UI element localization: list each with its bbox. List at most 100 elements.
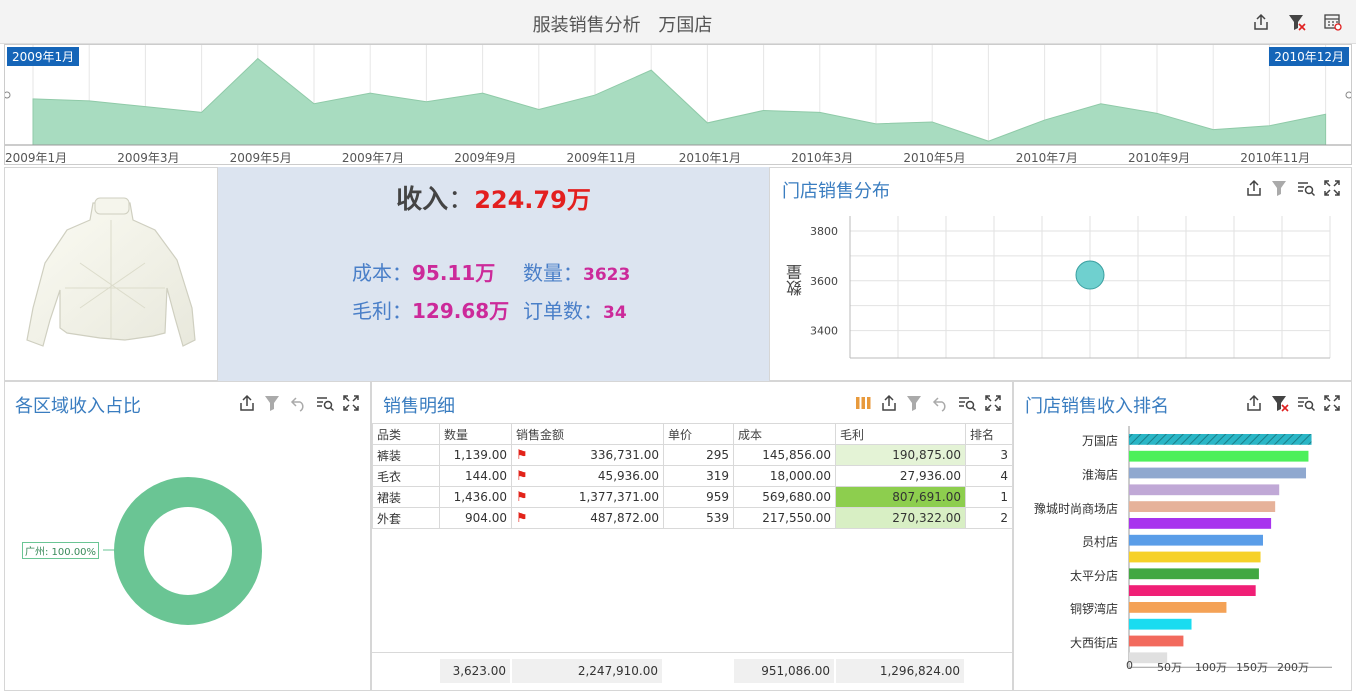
- timeline-right-handle[interactable]: [1345, 91, 1351, 99]
- flag-icon: ⚑: [516, 468, 528, 484]
- timeline-end-badge[interactable]: 2010年12月: [1269, 47, 1349, 66]
- column-header[interactable]: 成本: [733, 423, 836, 445]
- table-row[interactable]: 裤装 1,139.00 ⚑ 336,731.00 295 145,856.00 1…: [372, 444, 1013, 466]
- timeline-slider[interactable]: 2009年1月 2010年12月 2009年1月 2009年3月 2009年5月 20…: [4, 44, 1352, 165]
- revenue-label: 收入: [396, 185, 449, 215]
- ranking-bar[interactable]: [1129, 501, 1276, 512]
- orders-kpi: 订单数：34: [523, 295, 627, 324]
- scatter-y-axis-label: 数量: [786, 264, 805, 296]
- quantity-value: 3623: [583, 265, 631, 285]
- column-header[interactable]: 数量: [439, 423, 512, 445]
- columns-icon[interactable]: [854, 394, 872, 412]
- ranking-bar[interactable]: [1129, 484, 1280, 496]
- ranking-bar[interactable]: [1129, 585, 1256, 596]
- column-header[interactable]: 排名: [965, 423, 1013, 445]
- page-title: 服装销售分析: [532, 15, 641, 36]
- cell-sales: ⚑ 336,731.00: [511, 444, 664, 466]
- total-quantity: 3,623.00: [440, 659, 510, 683]
- filter-icon[interactable]: [906, 394, 924, 412]
- table-header-row: 品类 数量 销售金额 单价 成本 毛利 排名: [372, 423, 1013, 445]
- flag-icon: ⚑: [516, 447, 528, 463]
- table-footer-divider: [372, 652, 1012, 653]
- ranking-bar[interactable]: [1129, 434, 1312, 445]
- cost-separator: ：: [392, 261, 412, 285]
- ranking-x-tick: 50万: [1157, 661, 1182, 674]
- ranking-bar[interactable]: [1129, 551, 1261, 563]
- quantity-separator: ：: [563, 261, 583, 285]
- timeline-axis-label: 2010年7月: [1015, 151, 1078, 165]
- scatter-point[interactable]: [1075, 260, 1105, 290]
- region-share-panel: 各区域收入占比 广州: 100.00%: [4, 381, 371, 691]
- calendar-icon[interactable]: [1324, 13, 1342, 31]
- ranking-x-tick: 150万: [1236, 661, 1268, 674]
- timeline-axis-label: 2009年11月: [566, 151, 637, 165]
- profit-separator: ：: [392, 299, 412, 323]
- column-header[interactable]: 销售金额: [511, 423, 664, 445]
- column-header[interactable]: 单价: [663, 423, 734, 445]
- ranking-label: 铜锣湾店: [1069, 602, 1118, 616]
- cell-rank: 4: [965, 465, 1013, 487]
- table-row[interactable]: 裙装 1,436.00 ⚑ 1,377,371.00 959 569,680.00…: [372, 486, 1013, 508]
- undo-icon[interactable]: [932, 394, 950, 412]
- ranking-label: 豫城时尚商场店: [1033, 502, 1118, 516]
- cell-sales: ⚑ 487,872.00: [511, 507, 664, 529]
- revenue-separator: ：: [448, 185, 475, 215]
- fullscreen-icon[interactable]: [984, 394, 1002, 412]
- kpi-panel: 收入：224.79万 成本：95.11万 数量：3623 毛利：129.68万 …: [218, 167, 769, 381]
- cell-quantity: 1,139.00: [439, 444, 512, 466]
- ranking-bar[interactable]: [1129, 534, 1263, 546]
- ranking-bar[interactable]: [1129, 635, 1184, 647]
- ranking-bar[interactable]: [1129, 618, 1192, 630]
- timeline-left-handle[interactable]: [5, 91, 11, 99]
- jacket-image: [26, 197, 196, 347]
- profit-label: 毛利: [352, 299, 392, 323]
- scatter-y-tick: 3400: [810, 325, 838, 338]
- column-header[interactable]: 毛利: [835, 423, 966, 445]
- table-row[interactable]: 外套 904.00 ⚑ 487,872.00 539 217,550.00 270…: [372, 507, 1013, 529]
- timeline-axis-label: 2009年9月: [454, 151, 517, 165]
- dashboard-header: 服装销售分析 万国店: [0, 0, 1356, 44]
- cost-value: 95.11万: [412, 261, 496, 285]
- timeline-axis-label: 2009年1月: [5, 151, 68, 165]
- cell-sales-value: 336,731.00: [590, 447, 659, 462]
- cell-sales-value: 45,936.00: [597, 468, 659, 483]
- scatter-y-tick: 3800: [810, 225, 838, 238]
- column-header[interactable]: 品类: [372, 423, 440, 445]
- cell-cost: 145,856.00: [733, 444, 836, 466]
- cell-profit: 190,875.00: [835, 444, 966, 466]
- donut-slice-guangzhou[interactable]: [114, 477, 262, 625]
- revenue-value: 224.79万: [474, 186, 591, 214]
- ranking-bar[interactable]: [1129, 518, 1272, 529]
- clear-filter-icon[interactable]: [1288, 13, 1306, 31]
- orders-value: 34: [603, 303, 627, 323]
- cell-cost: 569,680.00: [733, 486, 836, 508]
- ranking-bar[interactable]: [1129, 450, 1309, 462]
- ranking-x-tick: 100万: [1195, 661, 1227, 674]
- timeline-axis-label: 2010年9月: [1128, 151, 1191, 165]
- timeline-axis-label: 2010年1月: [678, 151, 741, 165]
- sales-detail-panel: 销售明细 品类 数量 销售金额 单价 成本 毛利 排名 裤装 1,139.00: [371, 381, 1013, 691]
- quantity-label: 数量: [523, 261, 563, 285]
- ranking-bar[interactable]: [1129, 467, 1307, 479]
- scatter-chart: 3800 3600 3400: [810, 216, 1331, 359]
- ranking-label: 太平分店: [1069, 569, 1118, 583]
- export-icon[interactable]: [880, 394, 898, 412]
- orders-label: 订单数: [523, 299, 583, 323]
- search-detail-icon[interactable]: [958, 394, 976, 412]
- export-icon[interactable]: [1252, 13, 1270, 31]
- scatter-y-tick: 3600: [810, 275, 838, 288]
- revenue-kpi: 收入：224.79万: [218, 179, 769, 216]
- timeline-start-badge[interactable]: 2009年1月: [7, 47, 80, 66]
- ranking-bar[interactable]: [1129, 602, 1227, 613]
- cell-rank: 1: [965, 486, 1013, 508]
- flag-icon: ⚑: [516, 489, 528, 505]
- donut-slice-label: 广州: 100.00%: [22, 542, 100, 559]
- cell-quantity: 904.00: [439, 507, 512, 529]
- cell-cost: 217,550.00: [733, 507, 836, 529]
- cell-rank: 2: [965, 507, 1013, 529]
- ranking-bar[interactable]: [1129, 568, 1259, 580]
- total-profit: 1,296,824.00: [836, 659, 964, 683]
- table-row[interactable]: 毛衣 144.00 ⚑ 45,936.00 319 18,000.00 27,93…: [372, 465, 1013, 487]
- profit-value: 129.68万: [412, 299, 510, 323]
- timeline-axis-label: 2009年5月: [229, 151, 292, 165]
